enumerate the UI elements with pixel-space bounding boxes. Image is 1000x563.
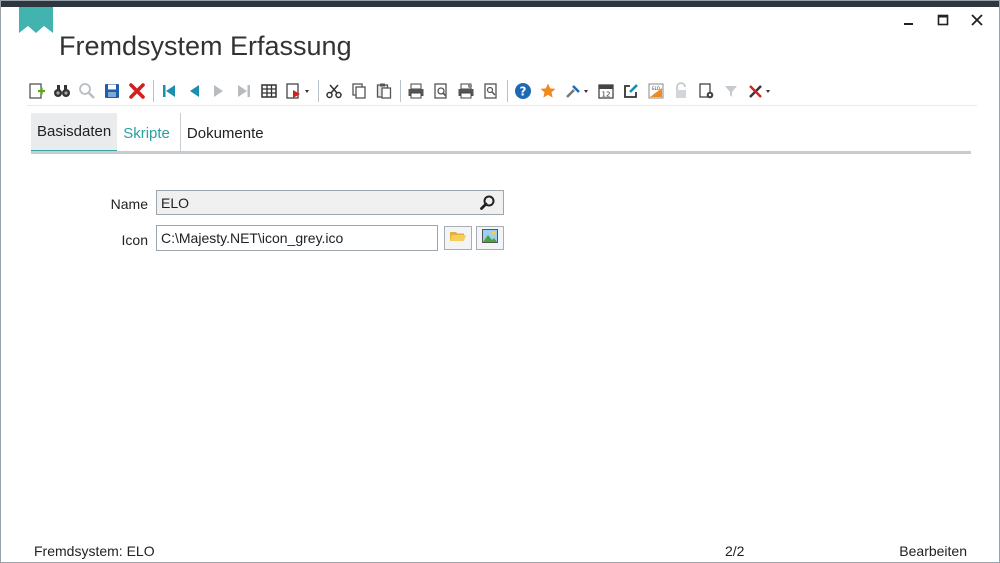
icon-path-field[interactable]: C:\Majesty.NET\icon_grey.ico: [156, 225, 438, 251]
preview-image-button[interactable]: [476, 226, 504, 250]
toolbar-separator: [507, 80, 508, 102]
calendar-icon[interactable]: 12: [596, 80, 616, 102]
paste-icon[interactable]: [374, 80, 394, 102]
tab-dokumente[interactable]: Dokumente: [179, 113, 270, 153]
document-settings-icon[interactable]: [696, 80, 716, 102]
tab-bar: Basisdaten Skripte Dokumente: [31, 113, 270, 153]
status-page-counter: 2/2: [725, 543, 745, 559]
print-icon[interactable]: [406, 80, 426, 102]
name-value: ELO: [161, 194, 190, 211]
elo-icon[interactable]: ELO: [646, 80, 666, 102]
toolbar-separator: [153, 80, 154, 102]
close-button[interactable]: [967, 11, 987, 29]
cut-icon[interactable]: [324, 80, 344, 102]
bookmark-icon: [19, 7, 53, 33]
print-preview-icon[interactable]: [431, 80, 451, 102]
new-record-icon[interactable]: [27, 80, 47, 102]
icon-path-value: C:\Majesty.NET\icon_grey.ico: [161, 230, 344, 246]
copy-icon[interactable]: [349, 80, 369, 102]
status-bar: Fremdsystem: ELO 2/2 Bearbeiten: [1, 543, 999, 562]
filter-icon[interactable]: [721, 80, 741, 102]
first-record-icon[interactable]: [159, 80, 179, 102]
browse-folder-button[interactable]: [444, 226, 472, 250]
page-preview-icon[interactable]: [481, 80, 501, 102]
last-record-icon[interactable]: [234, 80, 254, 102]
table-view-icon[interactable]: [259, 80, 279, 102]
application-window: Fremdsystem Erfassung ? 12 ELO Basisdate…: [0, 0, 1000, 563]
name-field[interactable]: ELO: [156, 190, 504, 215]
status-mode-text: Bearbeiten: [899, 543, 967, 559]
minimize-button[interactable]: [899, 11, 919, 29]
print-options-icon[interactable]: [456, 80, 476, 102]
folder-open-icon: [449, 227, 467, 250]
toolbar-separator: [400, 80, 401, 102]
help-icon[interactable]: ?: [513, 80, 533, 102]
search-icon[interactable]: [479, 194, 497, 212]
name-label: Name: [110, 196, 148, 212]
lock-icon[interactable]: [671, 80, 691, 102]
settings-dropdown-icon[interactable]: [746, 80, 774, 102]
next-record-icon[interactable]: [209, 80, 229, 102]
favorite-icon[interactable]: [538, 80, 558, 102]
toolbar-divider: [27, 105, 977, 106]
top-bar: [1, 1, 999, 7]
toolbar-separator: [318, 80, 319, 102]
svg-text:ELO: ELO: [652, 86, 660, 91]
toolbar: ? 12 ELO: [27, 79, 779, 103]
svg-text:?: ?: [520, 85, 527, 99]
tab-underline: [31, 151, 971, 154]
save-icon[interactable]: [102, 80, 122, 102]
tools-dropdown-icon[interactable]: [563, 80, 591, 102]
tab-basisdaten[interactable]: Basisdaten: [31, 113, 118, 153]
image-icon: [481, 227, 499, 250]
previous-record-icon[interactable]: [184, 80, 204, 102]
svg-text:12: 12: [602, 91, 611, 99]
find-icon[interactable]: [52, 80, 72, 102]
maximize-button[interactable]: [933, 11, 953, 29]
window-controls: [899, 11, 987, 29]
status-record-text: Fremdsystem: ELO: [34, 543, 155, 559]
export-dropdown-icon[interactable]: [284, 80, 312, 102]
edit-icon[interactable]: [621, 80, 641, 102]
icon-label: Icon: [121, 232, 148, 248]
window-title: Fremdsystem Erfassung: [59, 31, 352, 61]
tab-skripte[interactable]: Skripte: [117, 113, 176, 153]
delete-icon[interactable]: [127, 80, 147, 102]
search-icon[interactable]: [77, 80, 97, 102]
